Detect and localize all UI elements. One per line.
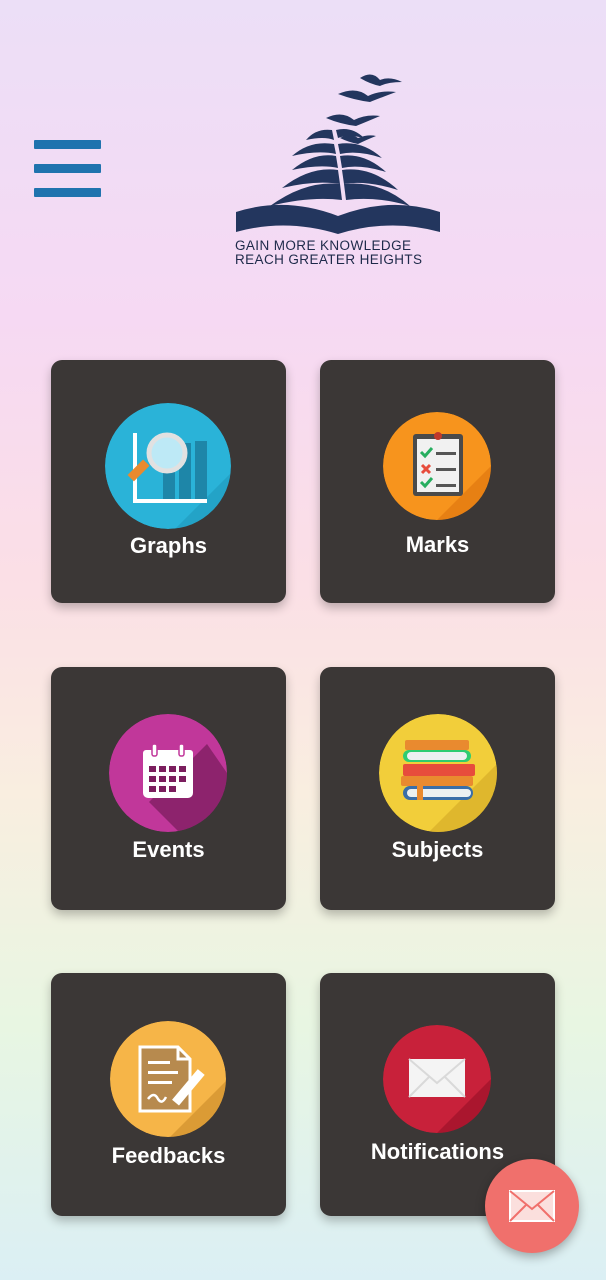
checklist-clipboard-icon: [383, 412, 491, 520]
subjects-label: Subjects: [391, 837, 484, 862]
marks-tile[interactable]: Marks: [320, 360, 555, 603]
menu-bar: [34, 140, 101, 149]
calendar-icon: [109, 714, 227, 832]
envelope-icon: [509, 1190, 555, 1222]
books-stack-icon: [379, 714, 497, 832]
graph-magnifier-icon: [105, 403, 231, 529]
feedbacks-label: Feedbacks: [111, 1143, 226, 1168]
document-pen-icon: [110, 1021, 226, 1137]
logo-tagline-line1: GAIN MORE KNOWLEDGE: [235, 238, 412, 253]
feedbacks-tile[interactable]: Feedbacks: [51, 973, 286, 1216]
menu-bar: [34, 188, 101, 197]
message-fab-button[interactable]: [485, 1159, 579, 1253]
graphs-tile[interactable]: Graphs: [51, 360, 286, 603]
marks-label: Marks: [405, 532, 470, 557]
graphs-label: Graphs: [129, 533, 208, 558]
app-logo: GAIN MORE KNOWLEDGE REACH GREATER HEIGHT…: [230, 66, 442, 268]
hamburger-menu-icon[interactable]: [34, 140, 101, 198]
events-label: Events: [132, 837, 205, 862]
events-tile[interactable]: Events: [51, 667, 286, 910]
logo-tagline-line2: REACH GREATER HEIGHTS: [235, 252, 423, 267]
book-birds-logo-icon: [236, 74, 440, 234]
subjects-tile[interactable]: Subjects: [320, 667, 555, 910]
menu-bar: [34, 164, 101, 173]
envelope-icon: [383, 1025, 491, 1133]
